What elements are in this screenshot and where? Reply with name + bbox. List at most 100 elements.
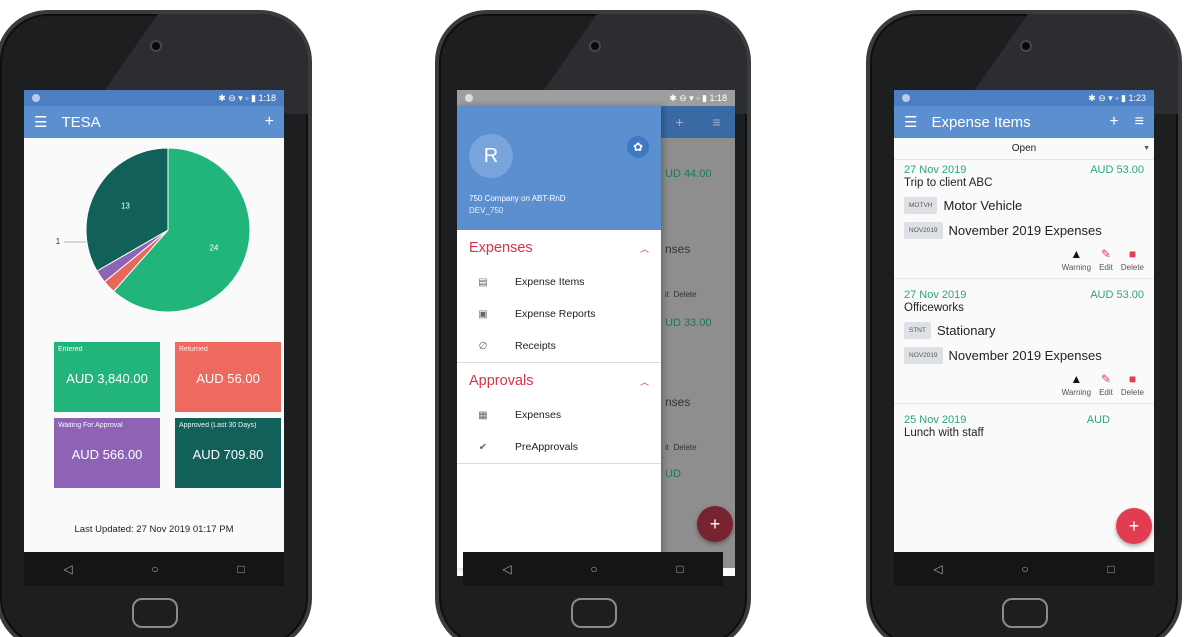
tile-approved[interactable]: Approved (Last 30 Days) AUD 709.80: [175, 418, 281, 488]
menu-icon[interactable]: ☰: [904, 113, 917, 131]
drawer-item-preapprovals[interactable]: ✔ PreApprovals: [457, 431, 661, 463]
category-code: STNT: [904, 322, 931, 339]
warning-button[interactable]: ▲ Warning: [1062, 372, 1092, 397]
recent-apps-icon[interactable]: □: [1107, 562, 1114, 576]
add-icon[interactable]: +: [265, 113, 274, 131]
phone-drawer: ✱ ⊖ ▾ ▫ ▮ 1:18 + ≡ UD 44.00 nses it Delet…: [435, 10, 751, 637]
sort-icon[interactable]: ≡: [1135, 113, 1144, 131]
category-name: Motor Vehicle: [943, 198, 1023, 213]
drawer-item-label: PreApprovals: [515, 441, 579, 453]
behind-edit: it: [665, 443, 669, 452]
add-fab[interactable]: +: [1116, 508, 1152, 544]
camera: [589, 40, 601, 52]
status-icons: ✱ ⊖ ▾ ▫ ▮: [218, 92, 259, 103]
pie-chart: 241113: [56, 147, 251, 313]
home-button[interactable]: [571, 598, 617, 628]
filter-value: Open: [1011, 143, 1037, 154]
status-filter[interactable]: Open ▼: [894, 138, 1154, 160]
expense-date: 27 Nov 2019: [904, 164, 967, 176]
edit-button[interactable]: ✎ Edit: [1099, 372, 1113, 397]
home-button[interactable]: [132, 598, 178, 628]
add-fab: +: [697, 506, 733, 542]
edit-button[interactable]: ✎ Edit: [1099, 247, 1113, 272]
report-name: November 2019 Expenses: [948, 348, 1102, 363]
add-icon: +: [675, 114, 684, 130]
pie-label: 13: [121, 201, 130, 210]
showcase: ✱ ⊖ ▾ ▫ ▮ 1:18 ☰ TESA + 241113 Entered A…: [0, 0, 1186, 637]
trash-icon: ■: [1128, 372, 1137, 386]
status-bar: ✱ ⊖ ▾ ▫ ▮ 1:18: [457, 90, 735, 106]
category-code: MOTVH: [904, 197, 938, 214]
expense-amount: AUD 53.00: [1090, 289, 1144, 301]
expense-description: Officeworks: [904, 302, 964, 314]
section-title: Approvals: [469, 373, 534, 389]
warning-button[interactable]: ▲ Warning: [1062, 247, 1092, 272]
gear-icon[interactable]: ✿: [627, 136, 649, 158]
status-bar: ✱ ⊖ ▾ ▫ ▮ 1:18: [24, 90, 284, 106]
report-name: November 2019 Expenses: [948, 223, 1102, 238]
screen-dashboard: ✱ ⊖ ▾ ▫ ▮ 1:18 ☰ TESA + 241113 Entered A…: [24, 90, 284, 576]
back-icon[interactable]: ◁: [502, 562, 511, 576]
drawer-item-expenses[interactable]: ▦ Expenses: [457, 399, 661, 431]
status-bar: ✱ ⊖ ▾ ▫ ▮ 1:23: [894, 90, 1154, 106]
expense-item[interactable]: 25 Nov 2019 AUD Lunch with staff: [894, 404, 1154, 439]
warning-icon: ▲: [1070, 372, 1083, 386]
chevron-up-icon: ︿: [639, 376, 649, 387]
tile-waiting-for-approval[interactable]: Waiting For Approval AUD 566.00: [54, 418, 160, 488]
behind-amount: UD: [665, 468, 681, 480]
expense-item[interactable]: 27 Nov 2019 AUD 53.00 Officeworks STNT S…: [894, 279, 1154, 404]
expense-amount: AUD 53.00: [1090, 164, 1144, 176]
navigation-drawer: R ✿ 750 Company on ABT-RnD DEV_750 Expen…: [457, 106, 661, 568]
warning-icon: ▲: [1070, 247, 1083, 261]
section-approvals[interactable]: Approvals ︿: [457, 363, 661, 399]
section-expenses[interactable]: Expenses ︿: [457, 230, 661, 266]
action-label: Delete: [1120, 263, 1144, 272]
tile-label: Waiting For Approval: [58, 422, 123, 429]
dropdown-icon: ▼: [1143, 145, 1150, 152]
tile-entered[interactable]: Entered AUD 3,840.00: [54, 342, 160, 412]
app-bar: ☰ Expense Items + ≡: [894, 106, 1154, 138]
tile-label: Entered: [58, 346, 83, 353]
camera: [1020, 40, 1032, 52]
tile-value: AUD 709.80: [192, 447, 264, 462]
expense-item[interactable]: 27 Nov 2019 AUD 53.00 Trip to client ABC…: [894, 160, 1154, 279]
home-icon[interactable]: ○: [590, 562, 597, 576]
company-name: 750 Company on ABT-RnD: [469, 194, 566, 203]
home-button[interactable]: [1002, 598, 1048, 628]
back-icon[interactable]: ◁: [63, 562, 72, 576]
drawer-item-label: Expense Items: [515, 276, 585, 288]
status-icons: ✱ ⊖ ▾ ▫ ▮: [1088, 92, 1129, 103]
behind-delete: Delete: [673, 443, 697, 452]
drawer-item-receipts[interactable]: ∅ Receipts: [457, 330, 661, 362]
clipboard-check-icon: ✔: [478, 441, 488, 453]
behind-amount: UD 44.00: [665, 168, 712, 180]
drawer-item-expense-reports[interactable]: ▣ Expense Reports: [457, 298, 661, 330]
expense-amount: AUD: [1086, 414, 1110, 426]
drawer-item-expense-items[interactable]: ▤ Expense Items: [457, 266, 661, 298]
pencil-icon: ✎: [1100, 247, 1111, 261]
back-icon[interactable]: ◁: [933, 562, 942, 576]
chevron-up-icon: ︿: [639, 243, 649, 254]
action-label: Warning: [1061, 388, 1092, 397]
add-icon[interactable]: +: [1109, 113, 1118, 131]
recent-apps-icon[interactable]: □: [676, 562, 683, 576]
app-title: Expense Items: [931, 113, 1031, 131]
delete-button[interactable]: ■ Delete: [1121, 372, 1144, 397]
expense-description: Lunch with staff: [904, 427, 984, 439]
phone-dashboard: ✱ ⊖ ▾ ▫ ▮ 1:18 ☰ TESA + 241113 Entered A…: [0, 10, 312, 637]
screen-expense-items: ✱ ⊖ ▾ ▫ ▮ 1:23 ☰ Expense Items + ≡ Open …: [894, 90, 1154, 576]
behind-amount: UD 33.00: [665, 317, 712, 329]
delete-button[interactable]: ■ Delete: [1121, 247, 1144, 272]
tile-value: AUD 56.00: [196, 371, 260, 386]
clipboard-icon: ▦: [478, 409, 488, 421]
home-icon[interactable]: ○: [151, 562, 158, 576]
expense-date: 25 Nov 2019: [904, 414, 967, 426]
section-title: Expenses: [469, 240, 533, 256]
drawer-item-label: Receipts: [515, 340, 556, 352]
expense-description: Trip to client ABC: [904, 177, 993, 189]
recent-apps-icon[interactable]: □: [237, 562, 244, 576]
home-icon[interactable]: ○: [1021, 562, 1028, 576]
avatar[interactable]: R: [469, 134, 513, 178]
tile-returned[interactable]: Returned AUD 56.00: [175, 342, 281, 412]
menu-icon[interactable]: ☰: [34, 113, 47, 131]
